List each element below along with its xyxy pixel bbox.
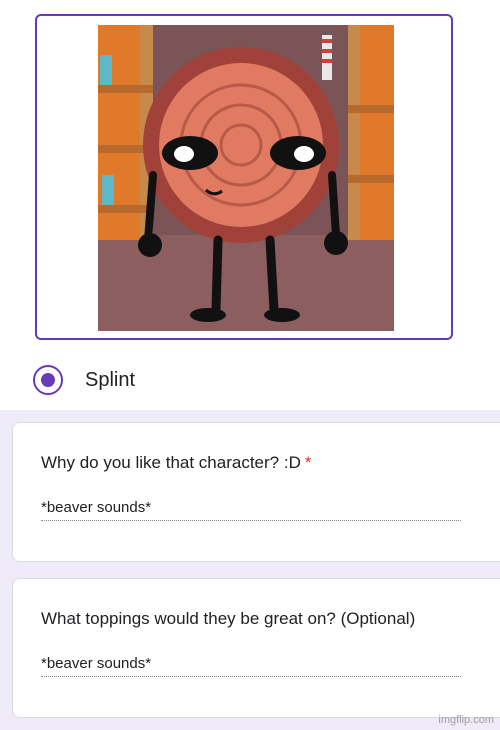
radio-button-selected[interactable]	[33, 365, 63, 395]
option-image-frame[interactable]	[35, 14, 453, 340]
radio-dot	[41, 373, 55, 387]
question-title: What toppings would they be great on? (O…	[41, 609, 415, 629]
question-card: Why do you like that character? :D * *bea…	[12, 422, 500, 562]
answer-text[interactable]: *beaver sounds*	[41, 655, 151, 672]
question-options-area: Splint	[0, 0, 500, 410]
question-card: What toppings would they be great on? (O…	[12, 578, 500, 718]
option-label: Splint	[85, 368, 136, 391]
question-title: Why do you like that character? :D *	[41, 453, 311, 473]
splint-character-image	[98, 25, 394, 331]
answer-text[interactable]: *beaver sounds*	[41, 499, 151, 516]
option-radio-row[interactable]: Splint	[33, 360, 135, 400]
watermark: imgflip.com	[438, 714, 494, 726]
question-text: What toppings would they be great on? (O…	[41, 609, 416, 628]
question-text: Why do you like that character? :D	[41, 453, 301, 472]
answer-underline	[41, 520, 461, 521]
required-asterisk: *	[304, 453, 312, 472]
answer-underline	[41, 676, 461, 677]
